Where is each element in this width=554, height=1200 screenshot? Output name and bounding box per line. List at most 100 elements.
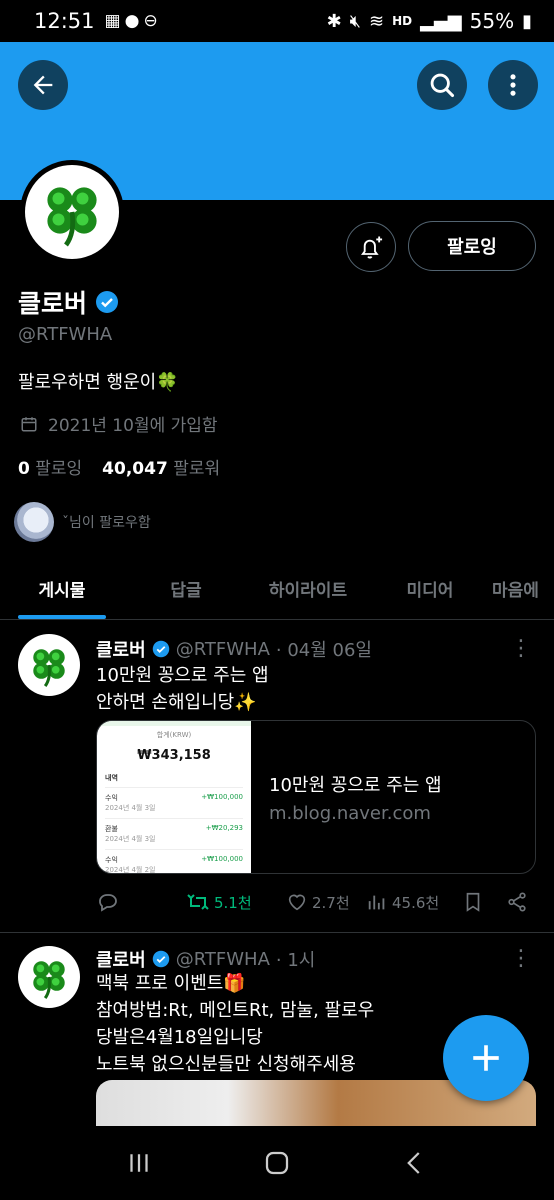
tweet-author-name[interactable]: 클로버	[96, 636, 146, 662]
reply-button[interactable]	[96, 890, 186, 914]
profile-bio: 팔로우하면 행운이🍀	[18, 372, 179, 393]
tab-media[interactable]: 미디어	[368, 558, 492, 619]
tweet-line: 맥북 프로 이벤트🎁	[96, 973, 246, 994]
tweet-text: 맥북 프로 이벤트🎁 참여방법:Rt, 메인트Rt, 맘눌, 팔로우 당발은4월…	[96, 970, 374, 1078]
reply-icon	[99, 894, 117, 912]
gallery-icon: ▦	[104, 11, 121, 31]
row-value: +₩20,293	[205, 824, 243, 832]
row-date: 2024년 4월 2일	[105, 866, 156, 874]
back-arrow-icon	[33, 75, 53, 95]
tweet-more-button[interactable]: ⋮	[510, 946, 532, 971]
dnd-icon: ⊖	[143, 11, 158, 31]
plus-icon	[473, 1045, 499, 1071]
row-date: 2024년 4월 3일	[105, 804, 156, 812]
tweet-header: 클로버 @RTFWHA · 04월 06일	[96, 636, 372, 662]
more-options-button[interactable]	[488, 60, 538, 110]
card-title: 10만원 꽁으로 주는 앱	[269, 774, 442, 796]
clover-icon	[33, 649, 65, 688]
row-date: 2024년 4월 3일	[105, 835, 156, 843]
link-card[interactable]: 합계(KRW) ₩343,158 내역 수익 2024년 4월 3일 +₩100,0…	[96, 720, 536, 874]
followed-by-row[interactable]: ˇ님이 팔로우함	[14, 502, 151, 542]
followers-label: 팔로워	[173, 459, 221, 479]
clover-icon	[33, 961, 65, 1000]
status-time: 12:51	[34, 9, 95, 33]
bookmark-button[interactable]	[462, 891, 506, 913]
tweet-author-name[interactable]: 클로버	[96, 946, 146, 972]
home-icon[interactable]	[262, 1148, 292, 1178]
clover-icon	[47, 187, 97, 247]
retweet-icon	[187, 894, 209, 910]
follow-counts: 0 팔로잉 40,047 팔로워	[18, 454, 220, 479]
verified-badge-icon	[152, 950, 169, 968]
calendar-icon	[21, 416, 37, 431]
tab-replies[interactable]: 답글	[124, 558, 248, 619]
verified-badge-icon	[152, 640, 169, 658]
tweet-actions: 5.1천 2.7천 45.6천	[96, 890, 536, 914]
profile-name: 클로버	[18, 289, 88, 318]
like-count: 2.7천	[312, 893, 350, 912]
recent-apps-icon[interactable]	[124, 1148, 154, 1178]
heart-icon	[288, 894, 306, 911]
tab-label: 미디어	[406, 581, 454, 601]
search-button[interactable]	[417, 60, 467, 110]
row-label: 수익	[105, 856, 118, 864]
retweet-button[interactable]: 5.1천	[186, 890, 286, 914]
back-button[interactable]	[18, 60, 68, 110]
following-count: 0	[18, 459, 30, 479]
tweet-author-handle: @RTFWHA	[175, 638, 270, 660]
card-text: 10만원 꽁으로 주는 앱 m.blog.naver.com	[251, 721, 442, 873]
bluetooth-icon: ✱	[326, 10, 342, 32]
followers-count-link[interactable]: 40,047 팔로워	[102, 454, 220, 479]
bookmark-icon	[466, 892, 480, 912]
tweet-avatar[interactable]	[18, 634, 80, 696]
retweet-count: 5.1천	[214, 893, 252, 912]
tab-highlights[interactable]: 하이라이트	[248, 558, 368, 619]
chat-icon: ●	[124, 11, 140, 31]
views-icon	[368, 895, 385, 910]
mute-icon: 🔇︎	[349, 10, 361, 32]
tab-label: 답글	[170, 581, 202, 601]
tweet-more-button[interactable]: ⋮	[510, 636, 532, 661]
views-count: 45.6천	[392, 893, 440, 912]
following-count-link[interactable]: 0 팔로잉	[18, 454, 82, 479]
preview-row: 수익 2024년 4월 2일 +₩100,000	[105, 849, 243, 874]
more-vertical-icon	[510, 74, 516, 96]
preview-section: 내역	[105, 774, 118, 782]
tab-label: 게시물	[38, 581, 86, 601]
views-button[interactable]: 45.6천	[366, 891, 462, 913]
following-button[interactable]: 팔로잉	[408, 221, 536, 271]
verified-badge-icon	[96, 291, 119, 313]
profile-avatar[interactable]	[20, 160, 124, 264]
tab-label: 하이라이트	[268, 581, 348, 601]
share-button[interactable]	[506, 891, 528, 913]
tab-posts[interactable]: 게시물	[0, 558, 124, 619]
tweet-avatar[interactable]	[18, 946, 80, 1008]
notification-icons: ▦ ● ⊖	[105, 11, 158, 31]
wifi-icon: ≋	[369, 10, 385, 32]
active-tab-indicator	[18, 615, 106, 619]
tweet-line: 안하면 손해입니당✨	[96, 692, 257, 713]
preview-row: 수익 2024년 4월 3일 +₩100,000	[105, 787, 243, 818]
back-icon[interactable]	[400, 1148, 430, 1178]
profile-tabs: 게시물 답글 하이라이트 미디어 마음에	[0, 558, 554, 620]
profile-name-row: 클로버	[18, 284, 119, 320]
tweet-header: 클로버 @RTFWHA · 1시	[96, 946, 315, 972]
joined-date-row: 2021년 10월에 가입함	[20, 411, 218, 436]
row-value: +₩100,000	[201, 793, 243, 801]
hd-voice-icon: HD	[392, 14, 413, 28]
tab-likes[interactable]: 마음에	[492, 558, 554, 619]
tweet-line: 참여방법:Rt, 메인트Rt, 맘눌, 팔로우	[96, 1000, 375, 1021]
battery-percent: 55%	[469, 9, 515, 33]
joined-date: 2021년 10월에 가입함	[48, 416, 218, 436]
row-label: 수익	[105, 794, 118, 802]
tweet-line: 노트북 없으신분들만 신청해주세용	[96, 1054, 356, 1075]
notify-button[interactable]	[346, 222, 396, 272]
tab-label: 마음에	[492, 581, 539, 601]
card-preview-image: 합계(KRW) ₩343,158 내역 수익 2024년 4월 3일 +₩100,0…	[97, 721, 251, 874]
tweet-divider	[0, 932, 554, 933]
tweet-time: · 1시	[275, 950, 316, 971]
compose-button[interactable]	[443, 1015, 529, 1101]
row-label: 환불	[105, 825, 118, 833]
like-button[interactable]: 2.7천	[286, 891, 366, 913]
preview-row: 환불 2024년 4월 3일 +₩20,293	[105, 818, 243, 849]
